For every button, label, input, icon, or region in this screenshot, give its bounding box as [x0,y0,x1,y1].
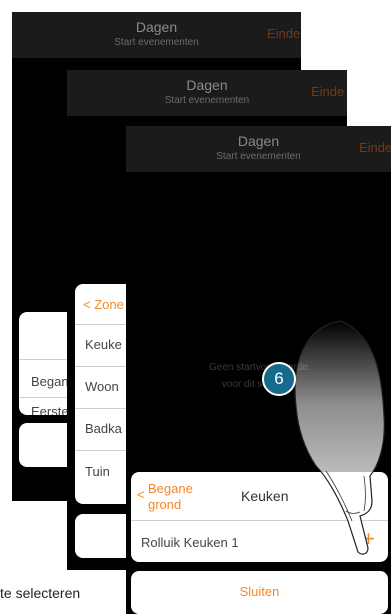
back-floor-label-1: Begane [148,481,193,496]
close-button-label: Sluiten [239,584,280,599]
header-subtitle: Start evenementen [114,37,199,48]
chevron-left-icon: < [137,487,145,502]
header-bar: Dagen Start evenementen Einde [12,12,301,58]
header-subtitle: Start evenementen [164,95,250,106]
caption-text: te selecteren [0,585,81,601]
back-floor-button[interactable]: < Begane grond [137,481,193,513]
done-button[interactable]: Einde [311,84,344,99]
back-floor-label-2: grond [148,497,182,512]
header-bar: Dagen Start evenementen Einde [67,70,347,116]
done-button[interactable]: Einde [359,140,391,155]
header-title: Dagen [237,133,280,149]
chevron-left-icon: < [83,297,91,312]
header-title: Dagen [186,77,228,93]
step-badge: 6 [262,362,296,396]
screen-days-front: Dagen Start evenementen Einde Geen start… [126,126,391,614]
back-zone-label: Zone [94,297,124,312]
close-button[interactable]: Sluiten [131,571,388,614]
back-zone-button[interactable]: < Zone [83,297,124,312]
header-title: Dagen [135,19,178,35]
panel-title: Keuken [241,488,289,504]
done-button[interactable]: Einde [267,26,300,41]
header-subtitle: Start evenementen [216,151,301,162]
pointing-hand-icon [294,320,385,555]
header-bar: Dagen Start evenementen Einde [126,126,391,172]
